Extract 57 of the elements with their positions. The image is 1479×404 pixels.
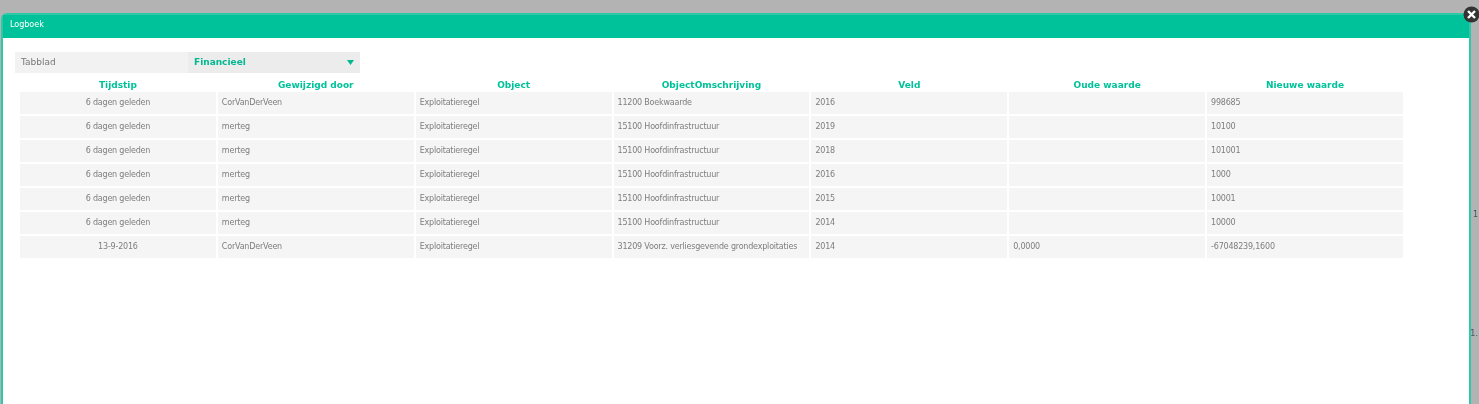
window-title: Logboek [3,15,1469,38]
cell-text: Exploitatieregel [419,122,480,131]
cell-text: Exploitatieregel [419,242,480,251]
cell-text: -67048239,1600 [1211,242,1275,251]
cell-text: Exploitatieregel [419,98,480,107]
column-header: Gewijzigd door [276,80,355,90]
cell-text: 10001 [1211,194,1236,203]
cell-text: 10000 [1211,218,1236,227]
backdrop-text: 1. [1470,328,1478,340]
cell-text: 2015 [815,194,835,203]
column-header: Nieuwe waarde [1264,80,1346,90]
cell-text: merteg [221,194,250,203]
column-header: Tijdstip [97,80,138,90]
cell-text: 15100 Hoofdinfrastructuur [617,146,720,155]
cell-text: 11200 Boekwaarde [617,98,692,107]
cell-text: merteg [221,170,250,179]
cell-text: 15100 Hoofdinfrastructuur [617,122,720,131]
cell-text: 2019 [815,122,835,131]
cell-text: 6 dagen geleden [85,194,151,203]
cell-text: 2018 [815,146,835,155]
cell-text: 998685 [1211,98,1241,107]
column-header: Object [496,80,532,90]
cell-text: merteg [221,146,250,155]
close-icon[interactable] [1463,6,1479,23]
cell-text: merteg [221,218,250,227]
cell-text: 15100 Hoofdinfrastructuur [617,194,720,203]
cell-text: 6 dagen geleden [85,218,151,227]
cell-text: 6 dagen geleden [85,122,151,131]
cell-text: CorVanDerVeen [221,242,282,251]
cell-text: 2014 [815,242,835,251]
cell-text: 6 dagen geleden [85,98,151,107]
cell-text: 101001 [1211,146,1241,155]
filter-label: Tabblad [15,52,188,73]
cell-text: CorVanDerVeen [221,98,282,107]
cell-text: 13-9-2016 [98,242,138,251]
cell-text: 6 dagen geleden [85,146,151,155]
cell-text: 2014 [815,218,835,227]
cell-text: 6 dagen geleden [85,170,151,179]
tab-dropdown[interactable]: Financieel [188,52,360,73]
caret-icon [347,60,354,65]
column-header: Oude waarde [1072,80,1142,90]
cell-text: 0,0000 [1013,242,1040,251]
backdrop-text: 1 [1472,209,1478,221]
cell-text: 1000 [1211,170,1231,179]
cell-text: Exploitatieregel [419,146,480,155]
cell-text: 15100 Hoofdinfrastructuur [617,218,720,227]
cell-text: 10100 [1211,122,1236,131]
cell-text: merteg [221,122,250,131]
cell-text: 2016 [815,98,835,107]
cell-text: Exploitatieregel [419,194,480,203]
cell-text: 2016 [815,170,835,179]
cell-text: 15100 Hoofdinfrastructuur [617,170,720,179]
column-header: Veld [897,80,922,90]
cell-text: Exploitatieregel [419,218,480,227]
cell-text: Exploitatieregel [419,170,480,179]
column-header: ObjectOmschrijving [660,80,763,90]
cell-text: 31209 Voorz. verliesgevende grondexploitaties [617,242,798,251]
